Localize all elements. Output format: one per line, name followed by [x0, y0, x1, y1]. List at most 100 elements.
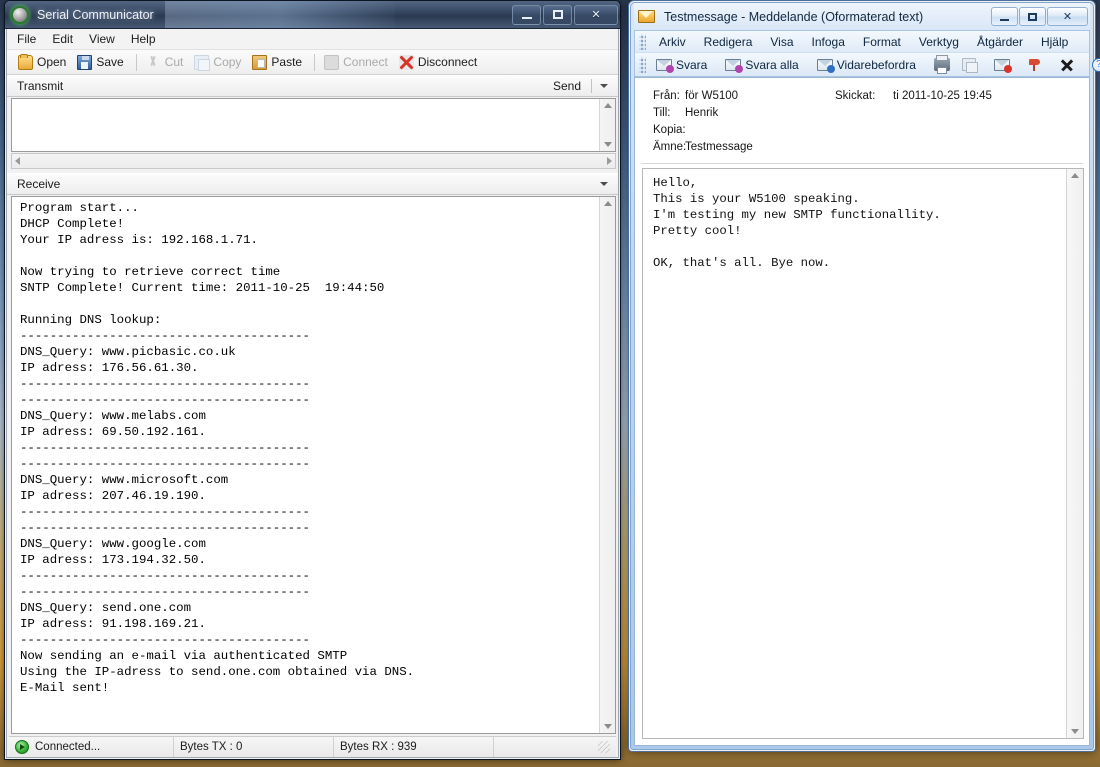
- save-disk-icon: [77, 55, 92, 70]
- toolbar-open-label: Open: [37, 55, 66, 69]
- toolbar-grip-icon[interactable]: [639, 57, 646, 73]
- close-button[interactable]: ✕: [1047, 7, 1088, 26]
- scroll-up-icon[interactable]: [604, 103, 612, 108]
- receive-text: Program start... DHCP Complete! Your IP …: [12, 197, 598, 733]
- toolbar-copy-button[interactable]: Copy: [191, 53, 247, 72]
- scroll-down-icon[interactable]: [604, 724, 612, 729]
- move-to-folder-button[interactable]: [988, 58, 1016, 72]
- mail-window-controls: ✕: [991, 7, 1090, 26]
- send-button[interactable]: Send: [545, 79, 589, 93]
- toolbar-save-button[interactable]: Save: [74, 53, 129, 72]
- copy-pages-icon: [962, 58, 976, 71]
- toolbar-paste-button[interactable]: Paste: [249, 53, 308, 72]
- subject-value: Testmessage: [685, 141, 835, 153]
- forward-label: Vidarebefordra: [837, 58, 916, 72]
- mail-titlebar[interactable]: Testmessage - Meddelande (Oformaterad te…: [634, 3, 1090, 30]
- bytes-rx-label: Bytes RX : 939: [340, 741, 417, 753]
- scroll-right-icon[interactable]: [607, 157, 612, 165]
- toolbar-connect-label: Connect: [343, 55, 388, 69]
- mail-message-window[interactable]: Testmessage - Meddelande (Oformaterad te…: [628, 0, 1096, 752]
- from-value: för W5100: [685, 90, 835, 102]
- reply-all-button[interactable]: Svara alla: [719, 57, 804, 73]
- forward-button[interactable]: Vidarebefordra: [811, 57, 922, 73]
- menu-item-view[interactable]: View: [89, 32, 115, 46]
- move-to-folder-icon: [994, 59, 1010, 71]
- mail-body-text: Hello, This is your W5100 speaking. I'm …: [643, 169, 1065, 738]
- transmit-horizontal-scrollbar[interactable]: [11, 153, 616, 169]
- copy-pages-button[interactable]: [956, 57, 982, 72]
- reply-icon: [656, 59, 672, 71]
- sent-value: ti 2011-10-25 19:45: [893, 90, 992, 102]
- menu-item-verktyg[interactable]: Verktyg: [910, 33, 968, 51]
- menu-item-visa[interactable]: Visa: [761, 33, 802, 51]
- serial-communicator-window[interactable]: Serial Communicator ✕ File Edit View Hel…: [4, 0, 621, 760]
- delete-x-icon: [1060, 58, 1074, 72]
- close-button[interactable]: ✕: [574, 5, 618, 25]
- help-button[interactable]: ?: [1086, 57, 1100, 73]
- serial-statusbar: Connected... Bytes TX : 0 Bytes RX : 939: [9, 736, 616, 757]
- copy-icon: [194, 55, 209, 70]
- cc-label: Kopia:: [635, 124, 685, 136]
- transmit-vertical-scrollbar[interactable]: [599, 99, 615, 151]
- menu-item-file[interactable]: File: [17, 32, 36, 46]
- mail-header-row-to: Till: Henrik: [635, 104, 1089, 121]
- serial-window-controls: ✕: [512, 5, 618, 25]
- transmit-input[interactable]: [11, 98, 616, 152]
- serial-app-icon: [11, 6, 29, 24]
- chevron-down-icon[interactable]: [600, 84, 608, 88]
- print-button[interactable]: [928, 57, 956, 72]
- mail-body-area[interactable]: Hello, This is your W5100 speaking. I'm …: [642, 168, 1084, 739]
- resize-grip-icon[interactable]: [598, 741, 610, 753]
- to-value: Henrik: [685, 107, 835, 119]
- receive-output[interactable]: Program start... DHCP Complete! Your IP …: [11, 196, 616, 734]
- minimize-button[interactable]: [512, 5, 541, 25]
- flag-button[interactable]: [1022, 57, 1048, 73]
- scroll-down-icon[interactable]: [1071, 729, 1079, 734]
- menu-item-arkiv[interactable]: Arkiv: [650, 33, 695, 51]
- delete-button[interactable]: [1054, 57, 1080, 73]
- connection-status-label: Connected...: [35, 741, 100, 753]
- flag-icon: [1028, 58, 1042, 72]
- toolbar-disconnect-label: Disconnect: [418, 55, 477, 69]
- toolbar-connect-button[interactable]: Connect: [321, 53, 394, 72]
- scroll-left-icon[interactable]: [15, 157, 20, 165]
- toolbar-separator: [314, 54, 315, 71]
- toolbar-cut-button[interactable]: Cut: [143, 53, 190, 72]
- status-bytes-tx-cell: Bytes TX : 0: [174, 737, 334, 757]
- reply-button[interactable]: Svara: [650, 57, 713, 73]
- menu-item-help[interactable]: Help: [131, 32, 156, 46]
- clipboard-paste-icon: [252, 55, 267, 70]
- to-label: Till:: [635, 107, 685, 119]
- minimize-button[interactable]: [991, 7, 1018, 26]
- status-bytes-rx-cell: Bytes RX : 939: [334, 737, 494, 757]
- menu-item-atgarder[interactable]: Åtgärder: [968, 33, 1032, 51]
- maximize-button[interactable]: [543, 5, 572, 25]
- chevron-down-icon[interactable]: [600, 182, 608, 186]
- subject-label: Ämne:: [635, 141, 685, 153]
- header-separator: [591, 79, 592, 93]
- menubar-grip-icon[interactable]: [639, 34, 646, 50]
- mail-header-row-from: Från: för W5100 Skickat: ti 2011-10-25 1…: [635, 87, 1089, 104]
- serial-titlebar[interactable]: Serial Communicator ✕: [5, 1, 620, 29]
- transmit-text[interactable]: [12, 99, 598, 151]
- maximize-button[interactable]: [1019, 7, 1046, 26]
- bytes-tx-label: Bytes TX : 0: [180, 741, 242, 753]
- menu-item-infoga[interactable]: Infoga: [803, 33, 854, 51]
- status-empty-cell: [494, 737, 616, 757]
- toolbar-open-button[interactable]: Open: [15, 53, 72, 72]
- scroll-up-icon[interactable]: [1071, 173, 1079, 178]
- mail-header-row-subject: Ämne: Testmessage: [635, 138, 1089, 155]
- menu-item-format[interactable]: Format: [854, 33, 910, 51]
- menu-item-redigera[interactable]: Redigera: [695, 33, 762, 51]
- toolbar-disconnect-button[interactable]: Disconnect: [396, 53, 483, 72]
- mail-body-vertical-scrollbar[interactable]: [1066, 169, 1083, 738]
- menu-item-hjalp[interactable]: Hjälp: [1032, 33, 1077, 51]
- scroll-down-icon[interactable]: [604, 142, 612, 147]
- reply-all-icon: [725, 59, 741, 71]
- scissors-icon: [146, 55, 161, 70]
- receive-vertical-scrollbar[interactable]: [599, 197, 615, 733]
- receive-header-label: Receive: [17, 177, 60, 191]
- menu-item-edit[interactable]: Edit: [52, 32, 73, 46]
- scroll-up-icon[interactable]: [604, 201, 612, 206]
- forward-icon: [817, 59, 833, 71]
